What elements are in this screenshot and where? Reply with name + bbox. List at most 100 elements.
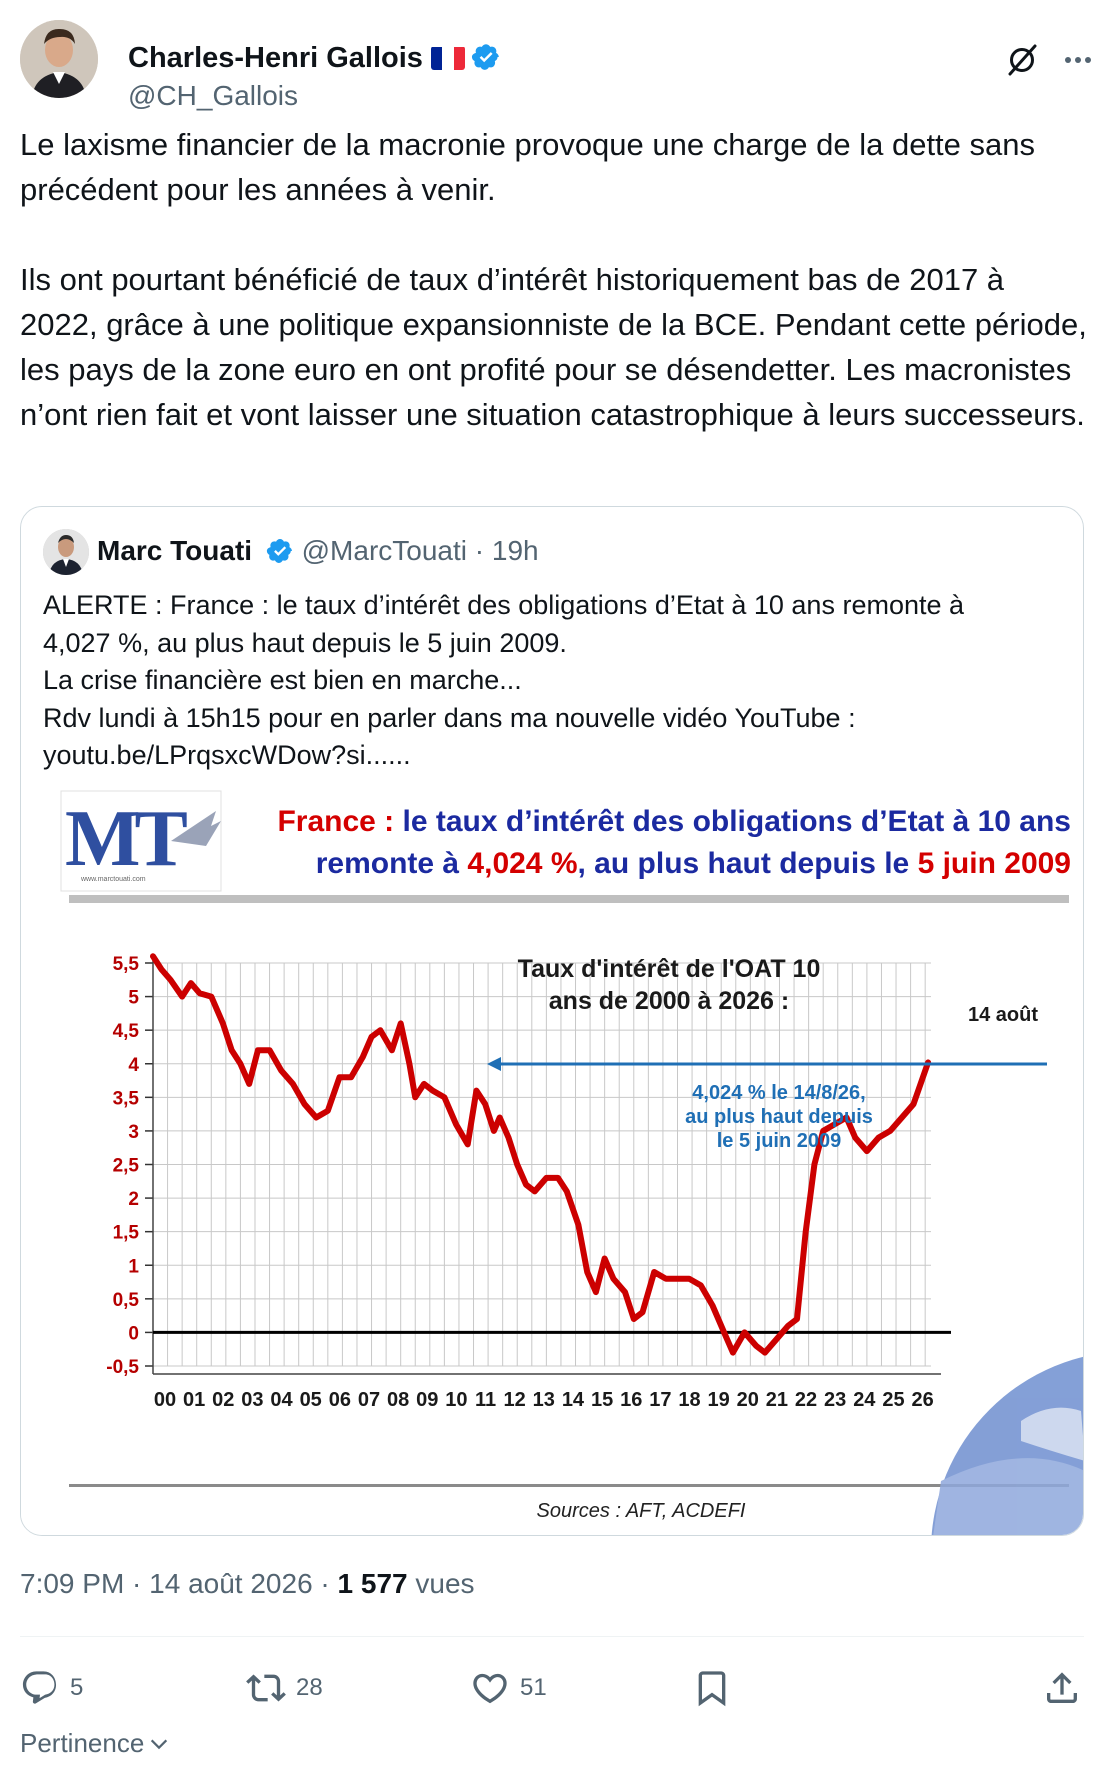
data-point: [369, 1034, 375, 1040]
chart-title-line-1: Taux d'intérêt de l'OAT 10: [518, 955, 821, 983]
like-count: 51: [520, 1674, 547, 1701]
quoted-author-name[interactable]: Marc Touati: [97, 535, 252, 566]
data-point: [406, 1061, 412, 1067]
data-point: [686, 1276, 692, 1282]
data-point: [709, 1303, 715, 1309]
x-tick-label: 24: [853, 1389, 876, 1411]
tweet-meta: 7:09 PM · 14 août 2026 · 1 577 vues: [20, 1568, 475, 1600]
views-label: vues: [407, 1568, 475, 1599]
chart-svg: MT www.marctouati.com France : le taux d…: [60, 790, 1083, 1535]
y-tick-label: 4,5: [113, 1021, 140, 1042]
repost-button[interactable]: 28: [246, 1658, 323, 1718]
logo-text: MT: [65, 795, 188, 883]
data-point: [811, 1162, 817, 1167]
tweet-paragraph: Le laxisme financier de la macronie prov…: [20, 127, 1036, 207]
data-point: [336, 1074, 342, 1080]
data-point: [505, 1135, 511, 1141]
quoted-chart-image[interactable]: MT www.marctouati.com France : le taux d…: [21, 781, 1083, 1535]
annotation-line-3: le 5 juin 2009: [717, 1130, 842, 1152]
globe-decoration: [931, 1356, 1083, 1535]
x-tick-label: 26: [911, 1389, 933, 1411]
data-point: [911, 1101, 917, 1107]
data-point: [497, 1114, 503, 1120]
y-tick-label: 3,5: [113, 1088, 140, 1109]
author-avatar[interactable]: [20, 20, 98, 98]
quoted-link[interactable]: youtu.be/LPrqsxcWDow?si......: [43, 737, 1063, 775]
x-tick-label: 18: [678, 1389, 700, 1411]
data-point: [631, 1316, 637, 1322]
repost-count: 28: [296, 1674, 323, 1701]
reply-count: 5: [70, 1674, 84, 1701]
data-point: [762, 1350, 768, 1356]
x-tick-label: 10: [445, 1389, 467, 1411]
replies-sort-dropdown[interactable]: Pertinence: [20, 1728, 170, 1759]
reply-button[interactable]: 5: [20, 1658, 83, 1718]
y-tick-label: 2,5: [113, 1156, 140, 1177]
data-point: [785, 1323, 791, 1329]
share-icon: [1047, 1672, 1077, 1703]
data-point: [430, 1088, 436, 1094]
data-point: [220, 1020, 226, 1026]
x-tick-label: 14: [562, 1389, 585, 1411]
data-point: [674, 1276, 680, 1282]
data-point: [255, 1047, 261, 1053]
tweet-header: Charles-Henri Gallois @CH_Gallois: [20, 20, 1091, 111]
x-tick-label: 00: [154, 1389, 176, 1411]
data-point: [453, 1121, 459, 1127]
data-point: [179, 994, 185, 1000]
data-point: [482, 1101, 488, 1107]
x-tick-label: 03: [241, 1389, 263, 1411]
data-point: [150, 953, 156, 959]
more-options-icon[interactable]: [1060, 42, 1096, 78]
logo-site: www.marctouati.com: [80, 876, 146, 883]
x-tick-label: 22: [795, 1389, 817, 1411]
data-point: [593, 1289, 599, 1295]
x-tick-label: 02: [212, 1389, 234, 1411]
quoted-time[interactable]: · 19h: [475, 535, 539, 566]
quoted-tweet-card[interactable]: Marc Touati @MarcTouati · 19h ALERTE : F…: [20, 506, 1084, 1536]
figure-headline-2: remonte à 4,024 %, au plus haut depuis l…: [316, 847, 1071, 880]
x-tick-label: 01: [183, 1389, 205, 1411]
data-point: [360, 1054, 366, 1060]
author-name-text[interactable]: Charles-Henri Gallois: [128, 42, 423, 74]
data-point: [876, 1135, 882, 1141]
verified-badge-icon: [266, 539, 292, 563]
x-tick-label: 21: [766, 1389, 788, 1411]
grok-icon[interactable]: [1002, 40, 1042, 80]
author-name[interactable]: Charles-Henri Gallois: [128, 42, 501, 75]
data-point: [389, 1047, 395, 1053]
quoted-author-line: Marc Touati @MarcTouati · 19h: [97, 535, 539, 567]
data-point: [555, 1175, 561, 1181]
data-point: [753, 1343, 759, 1349]
quoted-author-avatar[interactable]: [43, 529, 89, 575]
date-label: 14 août: [968, 1004, 1038, 1026]
bookmark-button[interactable]: [692, 1658, 742, 1718]
x-tick-label: 23: [824, 1389, 846, 1411]
x-tick-label: 13: [533, 1389, 555, 1411]
data-point: [473, 1088, 479, 1094]
like-button[interactable]: 51: [470, 1658, 547, 1718]
y-tick-label: 0: [128, 1323, 139, 1344]
x-tick-label: 05: [300, 1389, 322, 1411]
x-tick-label: 04: [270, 1389, 293, 1411]
reply-icon: [22, 1671, 57, 1704]
data-point: [237, 1061, 243, 1067]
data-point: [864, 1148, 870, 1154]
share-button[interactable]: [1042, 1658, 1092, 1718]
quoted-tweet-text: ALERTE : France : le taux d’intérêt des …: [43, 587, 1063, 775]
tweet-timestamp[interactable]: 7:09 PM · 14 août 2026 ·: [20, 1568, 338, 1599]
x-tick-label: 08: [387, 1389, 409, 1411]
france-flag-icon: [430, 46, 465, 70]
data-point: [532, 1188, 538, 1194]
data-point: [794, 1316, 800, 1322]
data-point: [421, 1081, 427, 1087]
sort-label: Pertinence: [20, 1728, 145, 1758]
data-point: [208, 994, 214, 1000]
source-label: Sources : AFT, ACDEFI: [537, 1500, 746, 1522]
annotation-line-2: au plus haut depuis: [685, 1106, 873, 1128]
quoted-author-handle[interactable]: @MarcTouati: [302, 535, 467, 566]
data-point: [899, 1114, 905, 1120]
chart-title-line-2: ans de 2000 à 2026 :: [549, 987, 789, 1015]
data-point: [465, 1141, 471, 1147]
author-handle[interactable]: @CH_Gallois: [128, 80, 298, 112]
